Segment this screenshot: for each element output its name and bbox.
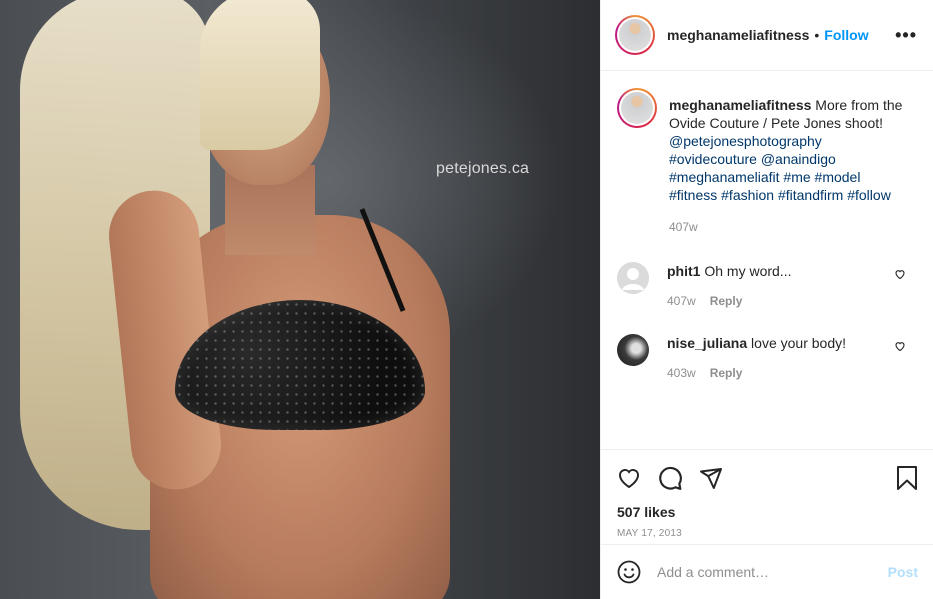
comment-avatar[interactable] <box>617 334 649 366</box>
post-comment-button[interactable]: Post <box>888 564 918 580</box>
comment-text: love your body! <box>751 335 846 351</box>
caption-avatar[interactable] <box>617 88 657 128</box>
hashtag-link[interactable]: #fitandfirm <box>778 187 843 203</box>
post-photo[interactable]: petejones.ca <box>0 0 600 599</box>
comment-row: nise_juliana love your body! 403w Reply <box>617 334 918 382</box>
post-header: meghanameliafitness • Follow ••• <box>601 0 933 71</box>
comment-username[interactable]: nise_juliana <box>667 335 747 351</box>
comment-username[interactable]: phit1 <box>667 263 700 279</box>
comment-time[interactable]: 407w <box>667 292 696 310</box>
save-bookmark-icon[interactable] <box>896 465 918 491</box>
hashtag-link[interactable]: #meghanameliafit <box>669 169 780 185</box>
reply-button[interactable]: Reply <box>710 292 743 310</box>
post-sidebar: meghanameliafitness • Follow ••• meghana… <box>600 0 933 599</box>
follow-button[interactable]: Follow <box>824 27 868 43</box>
comment-row: phit1 Oh my word... 407w Reply <box>617 262 918 310</box>
comment-bubble-icon[interactable] <box>657 465 683 491</box>
hashtag-link[interactable]: #model <box>815 169 861 185</box>
like-heart-icon[interactable] <box>617 466 641 490</box>
comment-text: Oh my word... <box>704 263 792 279</box>
comments-section[interactable]: meghanameliafitness More from the Ovide … <box>601 72 933 449</box>
comment-avatar[interactable] <box>617 262 649 294</box>
caption-username[interactable]: meghanameliafitness <box>669 97 811 113</box>
author-avatar[interactable] <box>615 15 655 55</box>
hashtag-link[interactable]: #fitness <box>669 187 717 203</box>
post-date[interactable]: MAY 17, 2013 <box>617 528 918 539</box>
add-comment-bar: Post <box>601 544 933 599</box>
hashtag-link[interactable]: #fashion <box>721 187 774 203</box>
caption-tags: @petejonesphotography #ovidecouture @ana… <box>669 133 891 203</box>
photo-hair-top <box>200 0 320 150</box>
share-paper-plane-icon[interactable] <box>699 466 723 490</box>
photo-watermark: petejones.ca <box>436 160 530 177</box>
author-username[interactable]: meghanameliafitness <box>667 27 809 43</box>
like-comment-icon[interactable] <box>894 340 906 352</box>
hashtag-link[interactable]: #follow <box>847 187 891 203</box>
default-avatar-icon <box>617 262 649 294</box>
post-actions: 507 likes MAY 17, 2013 <box>601 449 933 544</box>
caption-row: meghanameliafitness More from the Ovide … <box>617 88 918 236</box>
comment-time[interactable]: 403w <box>667 364 696 382</box>
hashtag-link[interactable]: #me <box>783 169 810 185</box>
more-options-icon[interactable]: ••• <box>895 25 917 46</box>
separator-dot: • <box>814 27 820 43</box>
mention-link[interactable]: @petejonesphotography <box>669 133 822 149</box>
hashtag-link[interactable]: #ovidecouture <box>669 151 757 167</box>
comment-input[interactable] <box>657 564 888 580</box>
emoji-smiley-icon[interactable] <box>617 560 641 584</box>
likes-count[interactable]: 507 likes <box>617 504 918 520</box>
like-comment-icon[interactable] <box>894 268 906 280</box>
reply-button[interactable]: Reply <box>710 364 743 382</box>
mention-link[interactable]: @anaindigo <box>761 151 836 167</box>
caption-time[interactable]: 407w <box>669 218 698 236</box>
